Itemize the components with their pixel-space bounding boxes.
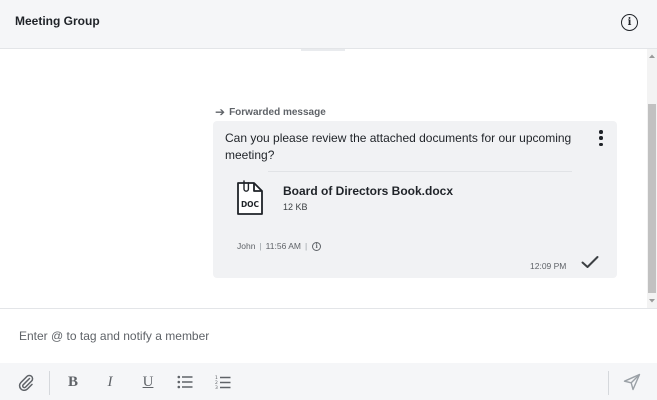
underline-button[interactable]: U [137,371,159,393]
original-time: 11:56 AM [265,241,301,251]
bold-button[interactable]: B [62,371,84,393]
paperclip-icon [18,374,34,391]
original-sender[interactable]: John [237,241,255,251]
file-name: Board of Directors Book.docx [283,184,454,198]
file-attachment[interactable]: DOC Board of Directors Book.docx 12 KB [233,177,573,225]
message-list: ➔ Forwarded message Can you please revie… [0,49,657,308]
group-title: Meeting Group [15,14,100,28]
meta-separator: | [304,241,308,251]
send-icon [623,373,641,391]
bullet-list-icon [177,375,193,389]
forwarded-label-text: Forwarded message [229,106,326,118]
message-bubble: Can you please review the attached docum… [213,121,617,278]
send-button[interactable] [621,371,643,393]
bullet-list-button[interactable] [174,371,196,393]
numbered-list-button[interactable]: 1 2 3 [212,371,234,393]
forwarded-label: ➔ Forwarded message [215,105,326,119]
kebab-dot [599,136,603,140]
forward-meta: John | 11:56 AM | i [237,241,322,251]
info-button[interactable]: i [621,14,638,31]
message-composer[interactable]: Enter @ to tag and notify a member [0,308,657,363]
scrollbar-thumb[interactable] [648,104,656,293]
file-size: 12 KB [283,202,308,212]
kebab-dot [599,130,603,134]
info-icon[interactable]: i [312,241,322,251]
check-icon [581,256,599,268]
message-input[interactable]: Enter @ to tag and notify a member [19,329,579,343]
toolbar-divider [49,371,50,395]
format-toolbar: B I U 1 2 3 [0,363,657,400]
meta-separator: | [259,241,262,251]
attachment-divider [268,171,572,172]
chat-header: Meeting Group i [0,0,657,49]
document-icon-label: DOC [241,200,260,209]
scroll-up-icon[interactable] [647,52,657,60]
forward-arrow-icon: ➔ [215,105,226,119]
numbered-list-icon: 1 2 3 [215,375,231,390]
message-text: Can you please review the attached docum… [225,131,572,162]
date-divider [301,49,345,51]
svg-text:3: 3 [215,385,218,390]
kebab-dot [599,142,603,146]
document-icon: DOC [237,180,263,215]
scroll-down-icon[interactable] [647,297,657,305]
sent-time: 12:09 PM [530,261,567,271]
info-icon: i [627,16,632,28]
toolbar-divider [608,371,609,395]
attach-button[interactable] [15,371,37,393]
italic-button[interactable]: I [99,371,121,393]
message-options-button[interactable] [596,129,606,147]
